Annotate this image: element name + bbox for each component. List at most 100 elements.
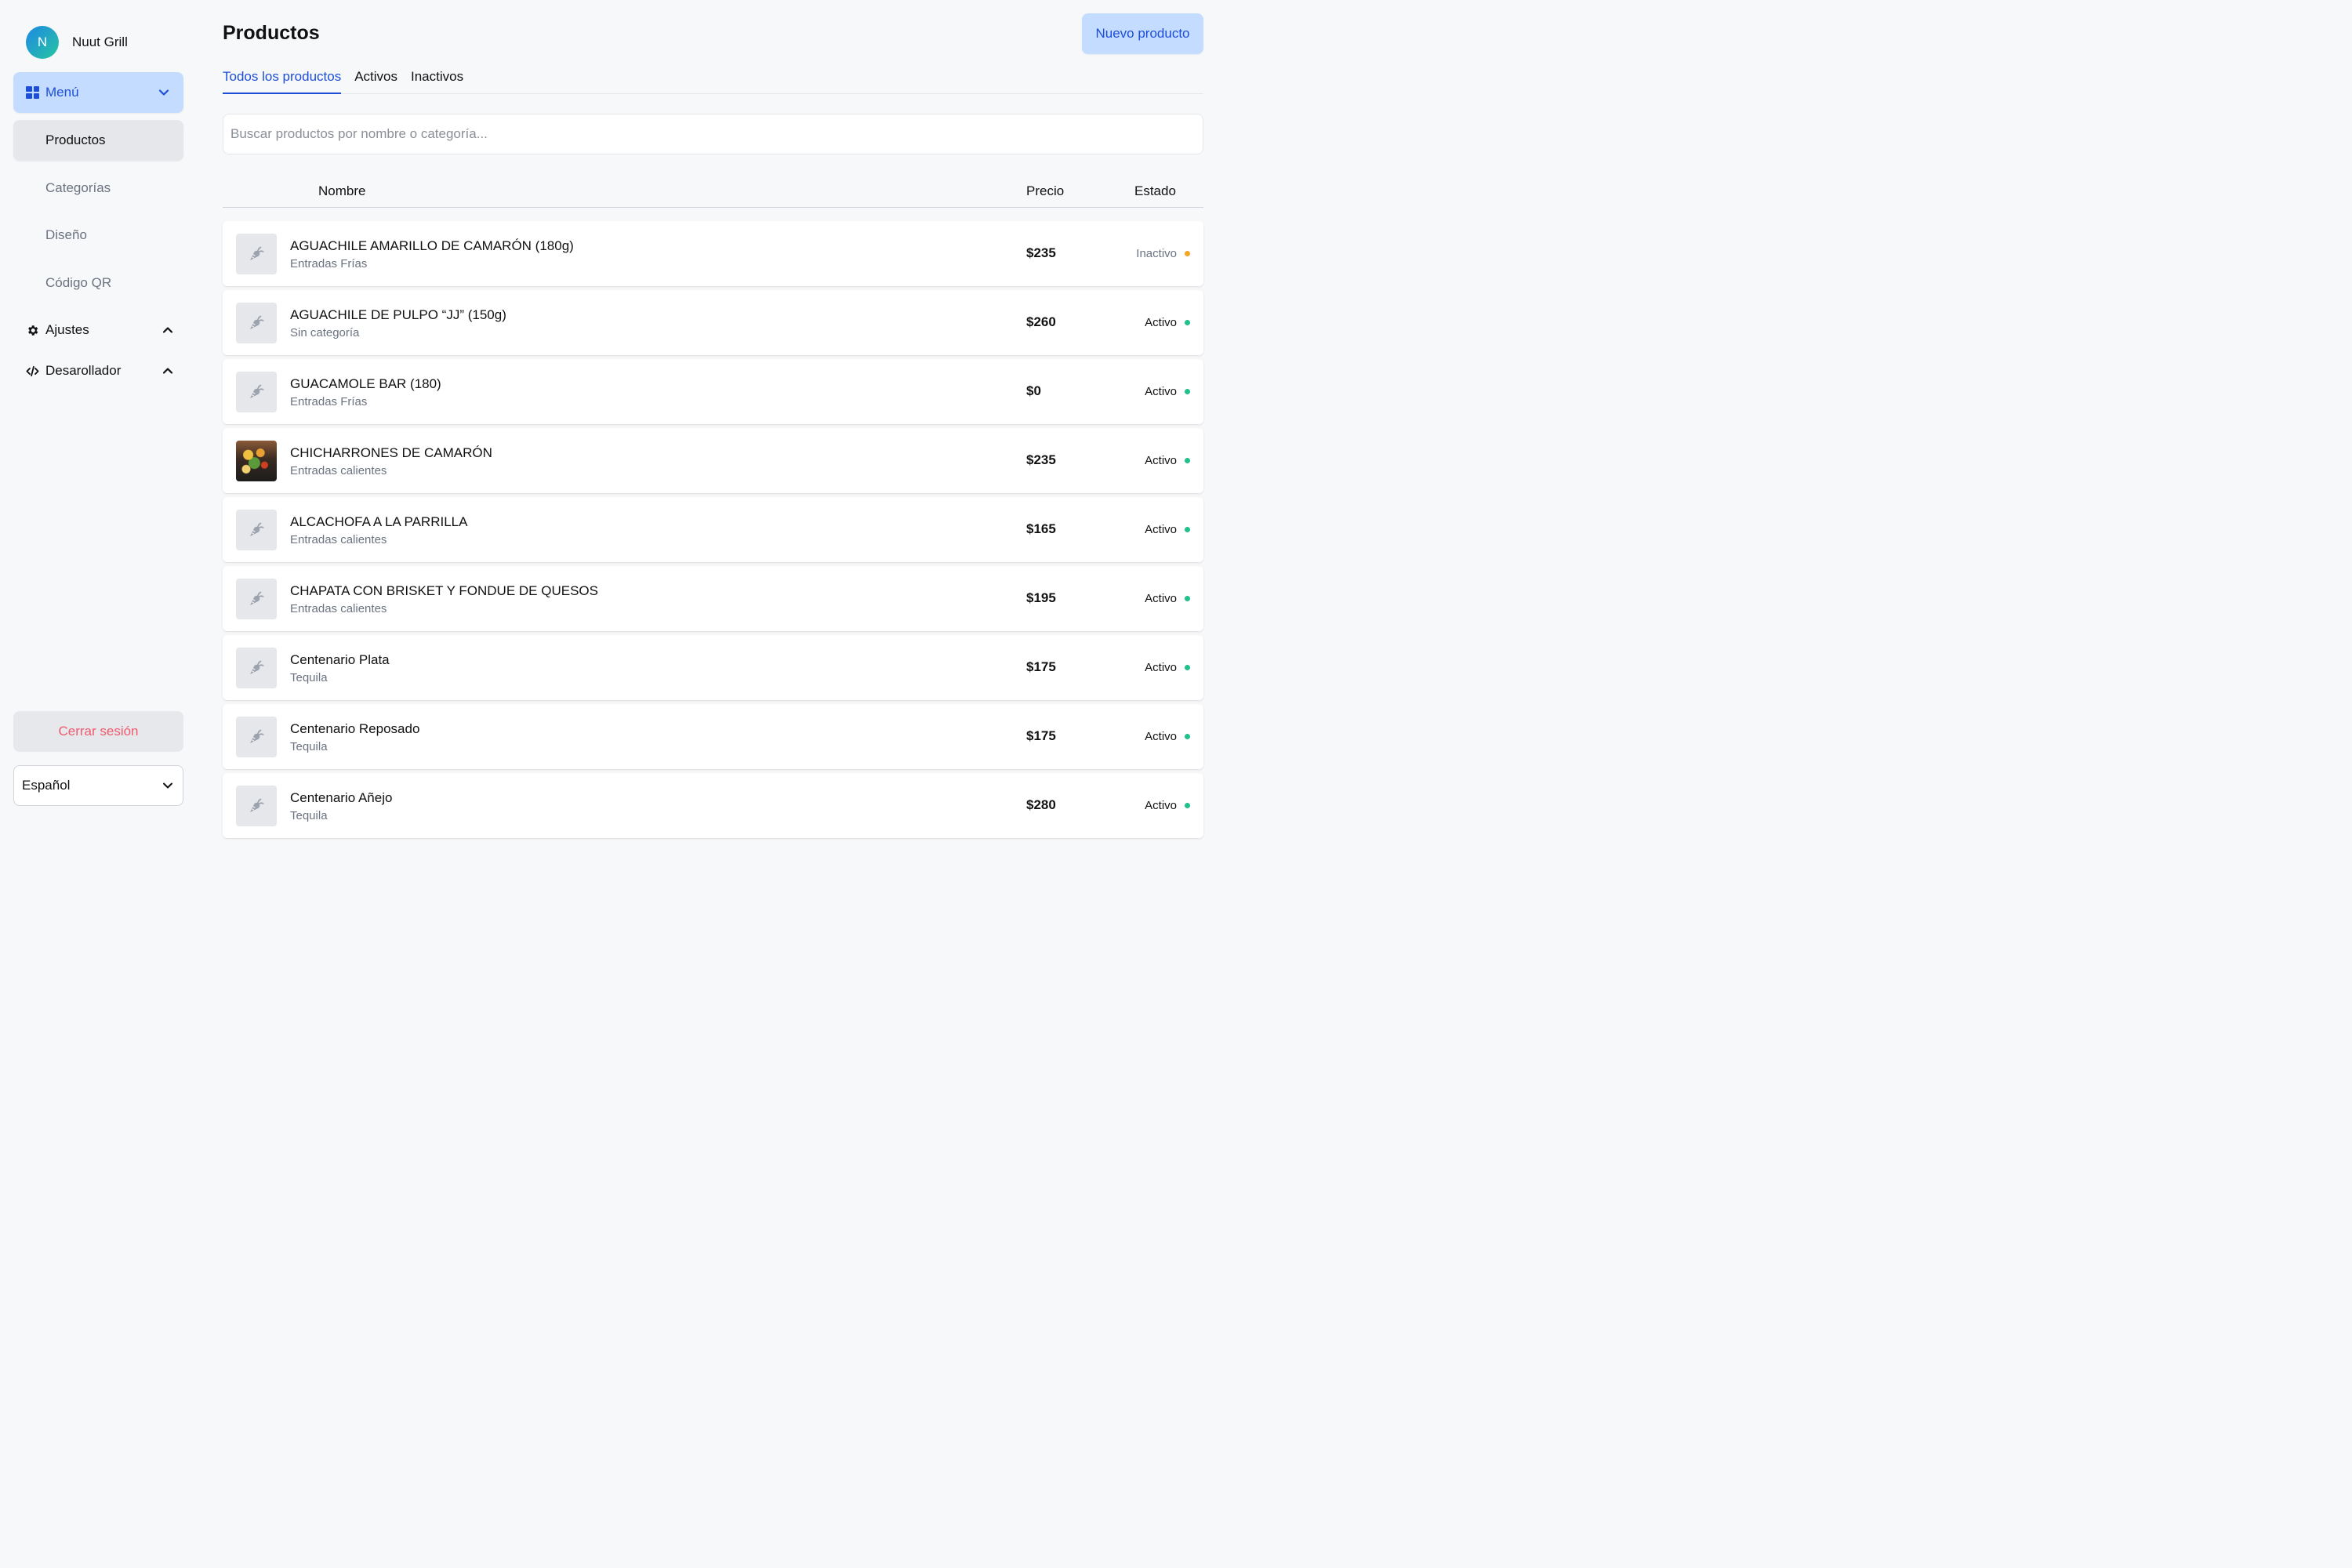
status-dot [1185, 320, 1190, 325]
status-dot [1185, 251, 1190, 256]
status-dot [1185, 458, 1190, 463]
new-product-button[interactable]: Nuevo producto [1082, 13, 1203, 54]
language-value: Español [22, 778, 71, 793]
sidebar-item-diseno[interactable]: Diseño [13, 215, 183, 256]
status-label: Activo [1145, 316, 1177, 329]
product-name: Centenario Plata [290, 652, 390, 667]
product-price: $165 [1026, 521, 1056, 536]
status-label: Activo [1145, 592, 1177, 605]
sidebar-item-label: Ajustes [45, 322, 89, 337]
product-name: Centenario Añejo [290, 790, 393, 805]
table-row[interactable]: CHICHARRONES DE CAMARÓN Entradas caliente… [223, 428, 1203, 493]
chevron-down-icon [163, 782, 172, 789]
status-label: Inactivo [1136, 247, 1177, 260]
logout-button[interactable]: Cerrar sesión [13, 711, 183, 752]
status-label: Activo [1145, 730, 1177, 743]
table-row[interactable]: Centenario Plata Tequila $175 Activo [223, 635, 1203, 700]
tab-inactivos[interactable]: Inactivos [411, 67, 463, 94]
table-row[interactable]: Centenario Añejo Tequila $280 Activo [223, 773, 1203, 838]
column-header-name[interactable]: Nombre [318, 183, 365, 199]
product-name: AGUACHILE AMARILLO DE CAMARÓN (180g) [290, 238, 574, 253]
product-price: $195 [1026, 590, 1056, 605]
carrot-icon [250, 591, 264, 605]
status-dot [1185, 734, 1190, 739]
chevron-down-icon [158, 89, 169, 96]
carrot-icon [250, 384, 264, 398]
status-badge: Activo [1145, 730, 1190, 743]
table-row[interactable]: GUACAMOLE BAR (180) Entradas Frías $0 Activ… [223, 359, 1203, 424]
sidebar: N Nuut Grill Menú Productos Categorías D… [0, 0, 198, 819]
page-title: Productos [223, 22, 320, 44]
status-badge: Activo [1145, 592, 1190, 605]
carrot-icon [250, 315, 264, 329]
product-thumbnail [236, 372, 277, 412]
table-row[interactable]: AGUACHILE DE PULPO “JJ” (150g) Sin catego… [223, 290, 1203, 355]
column-header-status[interactable]: Estado [1134, 183, 1176, 199]
carrot-icon [250, 522, 264, 536]
product-price: $235 [1026, 452, 1056, 467]
status-badge: Activo [1145, 454, 1190, 467]
tab-todos[interactable]: Todos los productos [223, 67, 342, 94]
table-row[interactable]: AGUACHILE AMARILLO DE CAMARÓN (180g) Entr… [223, 221, 1203, 286]
language-select[interactable]: Español [13, 765, 183, 806]
search-input[interactable] [223, 114, 1203, 154]
product-category: Tequila [290, 740, 328, 753]
main-content: Productos Nuevo producto Todos los produ… [223, 0, 1203, 838]
status-badge: Inactivo [1136, 247, 1190, 260]
sidebar-item-menu[interactable]: Menú [13, 72, 183, 113]
status-label: Activo [1145, 799, 1177, 812]
status-badge: Activo [1145, 385, 1190, 398]
status-dot [1185, 665, 1190, 670]
product-category: Entradas calientes [290, 533, 387, 546]
sidebar-item-codigo-qr[interactable]: Código QR [13, 263, 183, 303]
product-category: Entradas calientes [290, 602, 387, 615]
product-price: $175 [1026, 728, 1056, 743]
table-row[interactable]: ALCACHOFA A LA PARRILLA Entradas caliente… [223, 497, 1203, 562]
status-label: Activo [1145, 523, 1177, 536]
grid-icon [26, 86, 39, 99]
sidebar-item-productos[interactable]: Productos [13, 120, 183, 161]
sidebar-item-label: Menú [45, 85, 79, 100]
status-dot [1185, 527, 1190, 532]
chevron-up-icon [162, 368, 173, 374]
table-row[interactable]: CHAPATA CON BRISKET Y FONDUE DE QUESOS En… [223, 566, 1203, 631]
product-price: $260 [1026, 314, 1056, 329]
product-category: Sin categoría [290, 326, 360, 339]
carrot-icon [250, 246, 264, 260]
product-price: $280 [1026, 797, 1056, 812]
product-thumbnail [236, 303, 277, 343]
table-row[interactable]: Centenario Reposado Tequila $175 Activo [223, 704, 1203, 769]
column-header-price[interactable]: Precio [1026, 183, 1064, 199]
product-name: ALCACHOFA A LA PARRILLA [290, 514, 468, 529]
sidebar-item-ajustes[interactable]: Ajustes [26, 318, 175, 342]
sidebar-item-label: Desarollador [45, 363, 122, 378]
product-photo [236, 441, 277, 481]
product-category: Tequila [290, 809, 328, 822]
brand: N Nuut Grill [26, 26, 128, 59]
product-thumbnail [236, 717, 277, 757]
sidebar-item-categorias[interactable]: Categorías [13, 168, 183, 209]
product-category: Entradas calientes [290, 464, 387, 477]
product-thumbnail [236, 510, 277, 550]
product-category: Tequila [290, 671, 328, 684]
product-category: Entradas Frías [290, 395, 368, 408]
sidebar-item-desarollador[interactable]: Desarollador [26, 359, 175, 383]
tab-activos[interactable]: Activos [354, 67, 397, 94]
product-thumbnail [236, 648, 277, 688]
product-price: $175 [1026, 659, 1056, 674]
product-thumbnail [236, 579, 277, 619]
gear-icon [28, 325, 38, 336]
chevron-up-icon [162, 327, 173, 333]
status-dot [1185, 389, 1190, 394]
status-badge: Activo [1145, 799, 1190, 812]
product-list: AGUACHILE AMARILLO DE CAMARÓN (180g) Entr… [223, 221, 1203, 842]
avatar: N [26, 26, 59, 59]
table-header: Nombre Precio Estado [223, 177, 1203, 208]
product-thumbnail [236, 786, 277, 826]
status-badge: Activo [1145, 661, 1190, 674]
status-dot [1185, 803, 1190, 808]
product-name: CHAPATA CON BRISKET Y FONDUE DE QUESOS [290, 583, 598, 598]
status-badge: Activo [1145, 523, 1190, 536]
carrot-icon [250, 660, 264, 674]
status-label: Activo [1145, 385, 1177, 398]
